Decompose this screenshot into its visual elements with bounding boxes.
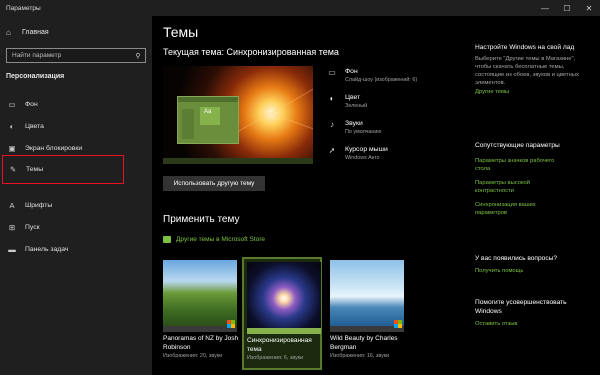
- property-title: Фон: [345, 68, 358, 75]
- theme-thumbnail: [163, 260, 237, 326]
- setup-text: Выберите "Другие темы в Магазине", чтобы…: [475, 55, 579, 86]
- theme-subtitle: Изображения: 6, звуки: [247, 355, 304, 361]
- property-sounds[interactable]: ♪ Звуки По умолчанию: [327, 120, 381, 135]
- use-custom-theme-button[interactable]: Использовать другую тему: [163, 176, 265, 191]
- picture-icon: ▭: [328, 68, 336, 77]
- microsoft-logo-icon: [227, 320, 235, 328]
- property-title: Цвет: [345, 94, 361, 101]
- get-help-link[interactable]: Получить помощь: [475, 267, 590, 275]
- property-value: По умолчанию: [345, 129, 382, 135]
- theme-preview: Aa: [163, 66, 313, 164]
- store-icon: [163, 236, 171, 243]
- palette-icon: ◐: [329, 94, 335, 103]
- theme-subtitle: Изображения: 20, звуки: [163, 353, 223, 359]
- sidebar-home[interactable]: ⌂ Главная: [6, 28, 49, 37]
- maximize-button[interactable]: ☐: [556, 0, 578, 16]
- setup-title: Настройте Windows на свой лад: [475, 44, 575, 51]
- property-mouse-cursor[interactable]: ➚ Курсор мыши Windows Aero: [327, 146, 388, 161]
- preview-window: Aa: [177, 96, 239, 144]
- question-title: У вас появились вопросы?: [475, 255, 558, 262]
- sidebar-item-label: Темы: [26, 166, 44, 173]
- store-link-label: Другие темы в Microsoft Store: [176, 236, 266, 243]
- property-value: Слайд-шоу (изображений: 6): [345, 77, 418, 83]
- sidebar-item-taskbar[interactable]: ▬ Панель задач: [2, 239, 150, 259]
- sidebar-item-colors[interactable]: ◐ Цвета: [2, 116, 150, 136]
- search-icon[interactable]: ⚲: [131, 52, 145, 60]
- theme-color-bar: [163, 326, 237, 332]
- improve-title: Помогите усовершенствовать Windows: [475, 299, 567, 315]
- sound-icon: ♪: [330, 120, 334, 129]
- start-icon: ⊞: [8, 222, 16, 232]
- theme-card[interactable]: Panoramas of NZ by Josh Robinson Изображ…: [160, 257, 240, 370]
- palette-icon: ◐: [9, 121, 15, 131]
- theme-title: Wild Beauty by Charles Bergman: [330, 335, 398, 351]
- property-title: Звуки: [345, 120, 363, 127]
- property-value: Windows Aero: [345, 155, 380, 161]
- sidebar-item-label: Цвета: [25, 122, 44, 130]
- theme-thumbnail: [330, 260, 404, 326]
- more-themes-link[interactable]: Другие темы: [475, 88, 590, 96]
- lock-screen-icon: ▣: [8, 143, 16, 153]
- theme-subtitle: Изображения: 16, звуки: [330, 353, 390, 359]
- fonts-icon: A: [9, 200, 15, 210]
- help-section: У вас появились вопросы? Получить помощь: [475, 255, 590, 275]
- related-title: Сопутствующие параметры: [475, 142, 560, 149]
- theme-color-bar: [247, 328, 321, 334]
- search-box[interactable]: ⚲: [6, 48, 146, 63]
- search-input[interactable]: [7, 52, 131, 59]
- section-label: Персонализация: [6, 73, 65, 80]
- store-themes-link[interactable]: Другие темы в Microsoft Store: [163, 236, 265, 243]
- sidebar-item-start[interactable]: ⊞ Пуск: [2, 217, 150, 237]
- title-bar: Параметры — ☐ ✕: [0, 0, 600, 16]
- property-background[interactable]: ▭ Фон Слайд-шоу (изображений: 6): [327, 68, 417, 83]
- sync-settings-link[interactable]: Синхронизация ваших параметров: [475, 201, 565, 217]
- brush-icon: ✎: [9, 165, 17, 174]
- microsoft-logo-icon: [394, 320, 402, 328]
- preview-tile: Aa: [200, 107, 220, 125]
- theme-card[interactable]: Wild Beauty by Charles Bergman Изображен…: [327, 257, 407, 370]
- related-settings-section: Сопутствующие параметры Параметры значко…: [475, 142, 590, 217]
- high-contrast-link[interactable]: Параметры высокой контрастности: [475, 179, 565, 195]
- setup-section: Настройте Windows на свой лад Выберите "…: [475, 44, 590, 96]
- sidebar-item-fonts[interactable]: A Шрифты: [2, 195, 150, 215]
- home-icon: ⌂: [6, 28, 11, 37]
- feedback-section: Помогите усовершенствовать Windows Остав…: [475, 299, 590, 328]
- cursor-icon: ➚: [328, 146, 336, 155]
- desktop-icons-link[interactable]: Параметры значков рабочего стола: [475, 157, 565, 173]
- property-title: Курсор мыши: [345, 146, 388, 153]
- taskbar-icon: ▬: [8, 244, 16, 254]
- theme-title: Panoramas of NZ by Josh Robinson: [163, 335, 239, 351]
- sidebar-item-label: Пуск: [25, 223, 40, 231]
- property-value: Зеленый: [345, 103, 368, 109]
- minimize-button[interactable]: —: [534, 0, 556, 16]
- theme-color-bar: [330, 326, 404, 332]
- theme-card-selected[interactable]: Синхронизированная тема Изображения: 6, …: [242, 257, 322, 370]
- sidebar-item-label: Шрифты: [25, 201, 53, 209]
- sidebar-item-label: Экран блокировки: [25, 144, 83, 152]
- apply-theme-heading: Применить тему: [163, 214, 240, 225]
- sidebar-item-label: Фон: [25, 100, 38, 108]
- theme-title: Синхронизированная тема: [247, 337, 312, 353]
- current-theme-heading: Текущая тема: Синхронизированная тема: [163, 47, 339, 57]
- sidebar: ⌂ Главная ⚲ Персонализация ▭ Фон ◐ Цвета…: [0, 16, 152, 375]
- property-color[interactable]: ◐ Цвет Зеленый: [327, 94, 368, 109]
- close-button[interactable]: ✕: [578, 0, 600, 16]
- theme-thumbnail: [247, 262, 321, 328]
- feedback-link[interactable]: Оставить отзыв: [475, 320, 590, 328]
- window-title: Параметры: [6, 4, 41, 12]
- sidebar-item-label: Панель задач: [25, 245, 69, 253]
- sidebar-item-themes[interactable]: ✎ Темы: [2, 155, 124, 184]
- page-title: Темы: [163, 24, 199, 40]
- picture-icon: ▭: [8, 99, 16, 109]
- sidebar-item-background[interactable]: ▭ Фон: [2, 94, 150, 114]
- home-label: Главная: [22, 29, 49, 36]
